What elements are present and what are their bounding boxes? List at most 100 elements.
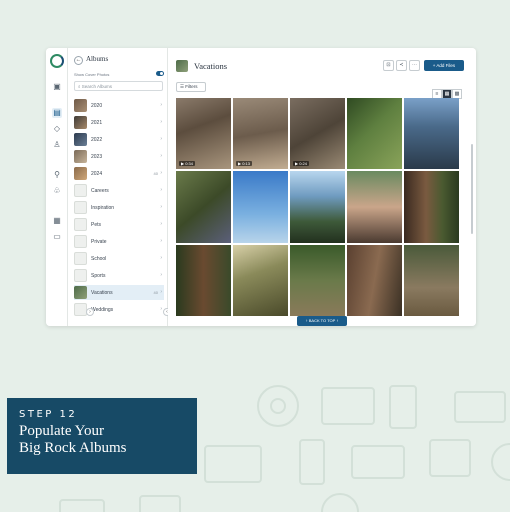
chevron-right-icon: › bbox=[160, 255, 162, 261]
album-cover-thumb bbox=[176, 60, 188, 72]
album-thumb bbox=[74, 133, 87, 146]
back-to-top-button[interactable]: ↑ BACK TO TOP ↑ bbox=[297, 316, 347, 326]
album-thumb bbox=[74, 150, 87, 163]
album-item[interactable]: 2022 › bbox=[74, 132, 164, 147]
collapse-rail-button[interactable]: › bbox=[86, 308, 94, 316]
photo-tile[interactable] bbox=[404, 244, 459, 316]
photo-tile[interactable] bbox=[233, 171, 288, 243]
show-cover-toggle[interactable] bbox=[156, 71, 164, 76]
album-label: 2024 bbox=[91, 171, 103, 177]
album-title: Vacations bbox=[194, 61, 228, 71]
chevron-right-icon: › bbox=[160, 289, 162, 295]
family-tree-icon[interactable]: ⚲ bbox=[52, 170, 62, 180]
album-item[interactable]: Sports › bbox=[74, 268, 164, 283]
tag-icon[interactable]: ◇ bbox=[52, 124, 62, 134]
album-label: Pets bbox=[91, 222, 102, 228]
chevron-right-icon: › bbox=[160, 102, 162, 108]
filters-button[interactable]: ☰ Filters bbox=[176, 82, 206, 92]
photo-tile[interactable] bbox=[176, 171, 231, 243]
step-banner: STEP 12 Populate Your Big Rock Albums bbox=[7, 398, 197, 474]
more-options-icon[interactable]: ⋯ bbox=[409, 60, 420, 71]
album-item[interactable]: Private › bbox=[74, 234, 164, 249]
album-item[interactable]: Pets › bbox=[74, 217, 164, 232]
step-title-line1: Populate Your bbox=[19, 423, 105, 439]
app-logo-icon[interactable] bbox=[50, 54, 64, 68]
album-item[interactable]: 2021 › bbox=[74, 115, 164, 130]
folder-icon bbox=[74, 218, 87, 231]
lock-icon[interactable]: ⊡ bbox=[383, 60, 394, 71]
album-item[interactable]: 2024 40 › bbox=[74, 166, 164, 181]
album-content: Vacations ⊡ ≺ ⋯ + Add Files ☰ Filters ≡ ▦… bbox=[168, 48, 476, 326]
album-label: 2020 bbox=[91, 103, 103, 109]
album-count: 40 bbox=[153, 290, 158, 295]
album-item-selected[interactable]: Vacations 40 › bbox=[74, 285, 164, 300]
step-number: STEP 12 bbox=[19, 409, 78, 420]
photo-tile[interactable] bbox=[347, 171, 402, 243]
chevron-right-icon: › bbox=[160, 187, 162, 193]
folder-icon bbox=[74, 269, 87, 282]
album-label: 2021 bbox=[91, 120, 103, 126]
share-people-icon[interactable]: ♧ bbox=[52, 186, 62, 196]
share-icon[interactable]: ≺ bbox=[396, 60, 407, 71]
folder-icon bbox=[74, 201, 87, 214]
photo-tile[interactable]: ▶ 0:13 bbox=[233, 98, 288, 170]
album-item[interactable]: 2020 › bbox=[74, 98, 164, 113]
album-label: Inspiration bbox=[91, 205, 115, 211]
albums-sidebar: ← Albums Show Cover Photos ⌕ Search Album… bbox=[68, 48, 171, 326]
photo-tile[interactable] bbox=[347, 244, 402, 316]
album-item[interactable]: School › bbox=[74, 251, 164, 266]
photo-tile[interactable] bbox=[404, 98, 459, 170]
scrollbar[interactable] bbox=[471, 144, 473, 234]
show-cover-label: Show Cover Photos bbox=[74, 72, 110, 77]
chevron-right-icon: › bbox=[160, 272, 162, 278]
album-thumb bbox=[74, 286, 87, 299]
album-label: Weddings bbox=[91, 307, 114, 313]
back-arrow-icon[interactable]: ← bbox=[74, 56, 83, 65]
chevron-right-icon: › bbox=[160, 238, 162, 244]
photos-icon[interactable]: ▣ bbox=[52, 82, 62, 92]
album-label: 2023 bbox=[91, 154, 103, 160]
album-thumb bbox=[74, 167, 87, 180]
add-files-button[interactable]: + Add Files bbox=[424, 60, 464, 71]
photo-tile[interactable]: ▶ 0:24 bbox=[290, 98, 345, 170]
people-icon[interactable]: ♙ bbox=[52, 140, 62, 150]
photo-tile[interactable] bbox=[347, 98, 402, 170]
photo-tile[interactable] bbox=[290, 171, 345, 243]
folder-icon bbox=[74, 235, 87, 248]
album-thumb bbox=[74, 116, 87, 129]
photo-tile[interactable] bbox=[290, 244, 345, 316]
album-item[interactable]: Careers › bbox=[74, 183, 164, 198]
video-duration: ▶ 0:13 bbox=[236, 161, 252, 167]
chevron-right-icon: › bbox=[160, 204, 162, 210]
inbox-icon[interactable]: ▭ bbox=[52, 232, 62, 242]
album-item[interactable]: 2023 › bbox=[74, 149, 164, 164]
photo-tile[interactable] bbox=[176, 244, 231, 316]
albums-header: ← Albums bbox=[74, 55, 108, 65]
photo-tile[interactable]: ▶ 0:34 bbox=[176, 98, 231, 170]
chevron-right-icon: › bbox=[160, 306, 162, 312]
back-to-top-label: BACK TO TOP bbox=[308, 318, 336, 323]
video-duration: ▶ 0:24 bbox=[293, 161, 309, 167]
show-cover-row: Show Cover Photos bbox=[74, 71, 164, 77]
album-thumb bbox=[74, 99, 87, 112]
albums-icon[interactable]: ▤ bbox=[52, 108, 62, 118]
chevron-right-icon: › bbox=[160, 153, 162, 159]
album-label: Careers bbox=[91, 188, 109, 194]
step-title-line2: Big Rock Albums bbox=[19, 440, 127, 456]
chevron-right-icon: › bbox=[160, 221, 162, 227]
chevron-right-icon: › bbox=[160, 119, 162, 125]
search-placeholder: Search Albums bbox=[81, 84, 113, 89]
nav-rail: ▣ ▤ ◇ ♙ ⚲ ♧ ▦ ▭ bbox=[46, 48, 68, 326]
album-label: Sports bbox=[91, 273, 106, 279]
album-count: 40 bbox=[153, 171, 158, 176]
album-item[interactable]: Inspiration › bbox=[74, 200, 164, 215]
photo-tile[interactable] bbox=[404, 171, 459, 243]
album-label: School bbox=[91, 256, 107, 262]
app-window: ▣ ▤ ◇ ♙ ⚲ ♧ ▦ ▭ ← Albums Show Cover Photo… bbox=[46, 48, 476, 326]
search-albums-input[interactable]: ⌕ Search Albums bbox=[74, 81, 163, 91]
chevron-right-icon: › bbox=[160, 136, 162, 142]
album-label: 2022 bbox=[91, 137, 103, 143]
video-duration: ▶ 0:34 bbox=[179, 161, 195, 167]
photo-tile[interactable] bbox=[233, 244, 288, 316]
memories-icon[interactable]: ▦ bbox=[52, 216, 62, 226]
